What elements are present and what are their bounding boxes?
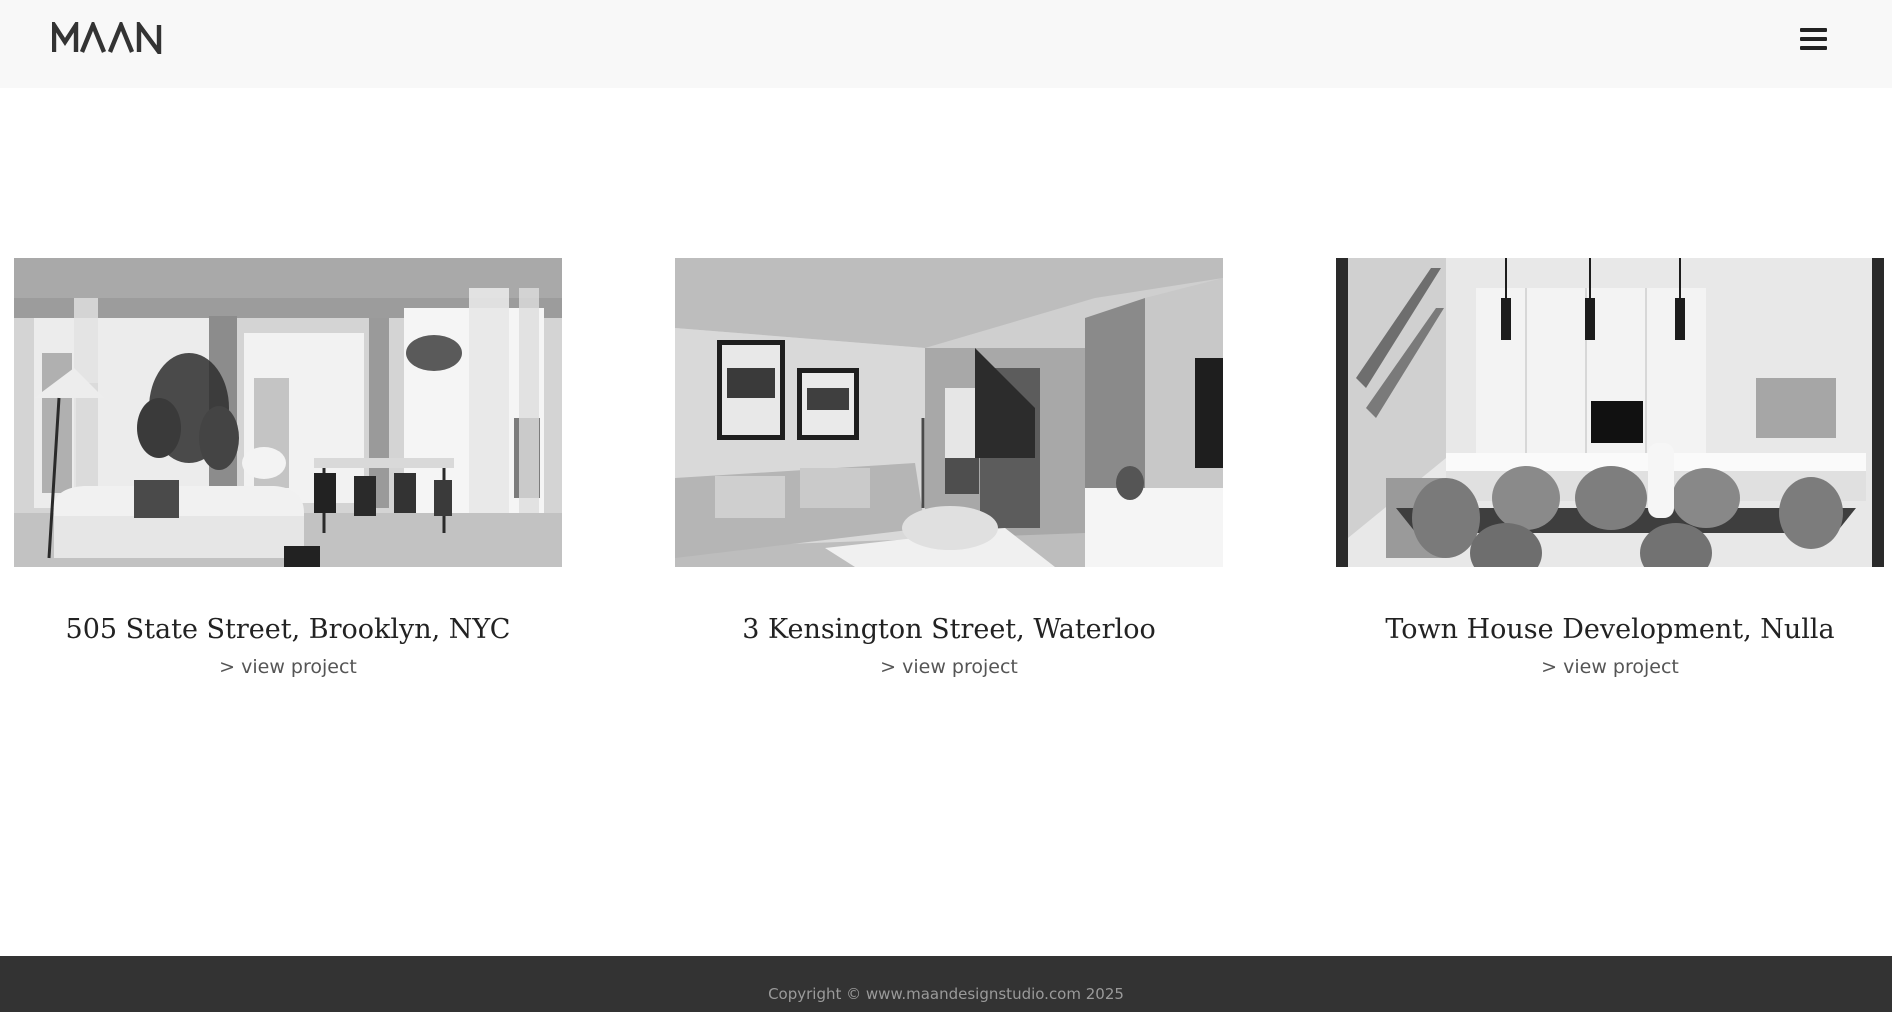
living-room-photo bbox=[14, 258, 562, 567]
project-card: Town House Development, Nulla > view pro… bbox=[1336, 258, 1884, 679]
project-image-living-room[interactable] bbox=[14, 258, 562, 567]
maan-logo[interactable] bbox=[51, 17, 164, 59]
project-image-kitchen[interactable] bbox=[1336, 258, 1884, 567]
menu-bar bbox=[1800, 28, 1827, 32]
copyright-text: Copyright © www.maandesignstudio.com 202… bbox=[768, 985, 1124, 1003]
view-project-link[interactable]: > view project bbox=[675, 655, 1223, 679]
view-project-link[interactable]: > view project bbox=[1336, 655, 1884, 679]
menu-bar bbox=[1800, 46, 1827, 50]
hamburger-menu-icon[interactable] bbox=[1800, 26, 1827, 53]
project-title[interactable]: 3 Kensington Street, Waterloo bbox=[675, 613, 1223, 647]
kitchen-photo bbox=[1336, 258, 1884, 567]
project-title[interactable]: Town House Development, Nulla bbox=[1336, 613, 1884, 647]
view-project-link[interactable]: > view project bbox=[14, 655, 562, 679]
maan-logo-graphic bbox=[51, 17, 162, 59]
menu-bar bbox=[1800, 37, 1827, 41]
project-image-lounge[interactable] bbox=[675, 258, 1223, 567]
project-title[interactable]: 505 State Street, Brooklyn, NYC bbox=[14, 613, 562, 647]
site-header bbox=[0, 0, 1892, 88]
lounge-photo bbox=[675, 258, 1223, 567]
project-card: 3 Kensington Street, Waterloo > view pro… bbox=[675, 258, 1223, 679]
site-footer: Copyright © www.maandesignstudio.com 202… bbox=[0, 956, 1892, 1012]
project-card: 505 State Street, Brooklyn, NYC > view p… bbox=[14, 258, 562, 679]
